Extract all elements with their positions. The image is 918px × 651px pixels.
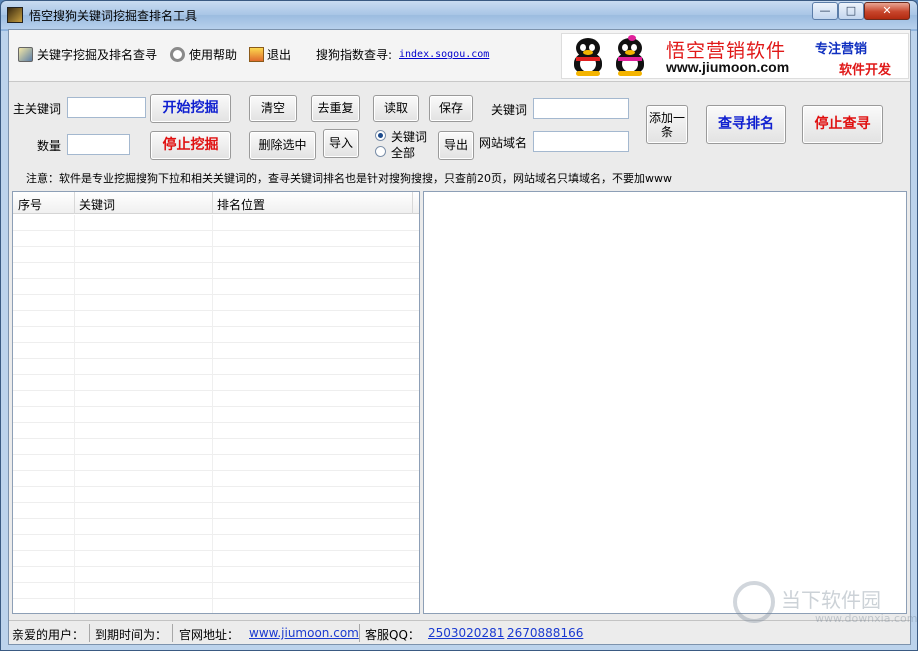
menu-mine-rank[interactable]: 关键字挖掘及排名查寻 [37, 46, 157, 64]
watermark-url: www.downxia.com [815, 612, 918, 625]
brand-banner[interactable]: 悟空营销软件 www.jiumoon.com 专注营销 软件开发 [561, 33, 909, 79]
close-button[interactable]: ✕ [864, 2, 910, 20]
status-support-label: 客服QQ： [365, 628, 420, 642]
check-rank-button[interactable]: 查寻排名 [706, 105, 786, 144]
radio-all[interactable] [375, 146, 386, 157]
add-one-button[interactable]: 添加一条 [646, 105, 688, 144]
title-bar[interactable]: 悟空搜狗关键词挖掘查排名工具 — □ ✕ [1, 1, 917, 29]
count-input[interactable] [67, 134, 130, 155]
status-qq1-link[interactable]: 2503020281 [428, 626, 504, 640]
delete-selected-button[interactable]: 删除选中 [249, 131, 316, 160]
site-domain-input[interactable] [533, 131, 629, 152]
penguin-icon [568, 38, 608, 76]
main-keyword-label: 主关键词 [13, 102, 62, 116]
save-button[interactable]: 保存 [429, 95, 473, 122]
column-header-keyword[interactable]: 关键词 [79, 196, 115, 213]
read-button[interactable]: 读取 [373, 95, 419, 122]
gear-icon [170, 47, 185, 62]
status-qq2-link[interactable]: 2670888166 [507, 626, 583, 640]
keyword-label: 关键词 [491, 103, 528, 117]
brand-tagline-2: 软件开发 [839, 63, 892, 78]
count-label: 数量 [37, 139, 62, 153]
output-textarea[interactable] [423, 191, 907, 614]
mine-icon [18, 47, 33, 62]
clear-button[interactable]: 清空 [249, 95, 297, 122]
keyword-table[interactable]: 序号 关键词 排名位置 [12, 191, 420, 614]
notice-text: 注意：软件是专业挖掘搜狗下拉和相关关键词的，查寻关键词排名也是针对搜狗搜搜，只查… [26, 172, 672, 185]
status-bar: 亲爱的用户： 到期时间为： 官网地址： www.jiumoon.com 客服QQ… [9, 620, 910, 644]
client-area: 关键字挖掘及排名查寻 使用帮助 退出 搜狗指数查寻: index.sogou.c… [8, 29, 911, 645]
status-site-link[interactable]: www.jiumoon.com [249, 626, 359, 640]
sogou-index-link[interactable]: index.sogou.com [399, 46, 489, 64]
table-header: 序号 关键词 排名位置 [13, 192, 419, 214]
radio-keyword-label: 关键词 [391, 130, 428, 144]
menu-help[interactable]: 使用帮助 [189, 46, 237, 64]
radio-keyword[interactable] [375, 130, 386, 141]
stop-check-button[interactable]: 停止查寻 [802, 105, 883, 144]
import-button[interactable]: 导入 [323, 129, 359, 158]
app-window: 悟空搜狗关键词挖掘查排名工具 — □ ✕ 关键字挖掘及排名查寻 使用帮助 退出 … [0, 0, 918, 651]
maximize-button[interactable]: □ [838, 2, 864, 20]
site-domain-label: 网站域名 [479, 136, 528, 150]
radio-all-label: 全部 [391, 146, 416, 160]
status-expire-label: 到期时间为： [95, 628, 168, 642]
exit-icon [249, 47, 264, 62]
watermark-text: 当下软件园 [781, 588, 881, 612]
watermark-logo-icon [733, 581, 775, 623]
main-keyword-input[interactable] [67, 97, 146, 118]
brand-tagline-1: 专注营销 [815, 42, 868, 57]
column-header-index[interactable]: 序号 [18, 196, 42, 213]
keyword-input[interactable] [533, 98, 629, 119]
sogou-index-label: 搜狗指数查寻: [316, 48, 393, 62]
menu-exit[interactable]: 退出 [267, 46, 291, 64]
status-site-label: 官网地址： [179, 628, 240, 642]
status-user-label: 亲爱的用户： [12, 628, 85, 642]
stop-mine-button[interactable]: 停止挖掘 [150, 131, 231, 160]
penguin-icon [610, 35, 650, 76]
start-mine-button[interactable]: 开始挖掘 [150, 94, 231, 123]
dedupe-button[interactable]: 去重复 [311, 95, 360, 122]
export-button[interactable]: 导出 [438, 131, 474, 160]
brand-url: www.jiumoon.com [666, 59, 790, 75]
toolbar: 关键字挖掘及排名查寻 使用帮助 退出 搜狗指数查寻: index.sogou.c… [9, 30, 910, 82]
minimize-button[interactable]: — [812, 2, 838, 20]
controls-panel: 主关键词 数量 开始挖掘 停止挖掘 清空 去重复 读取 保存 删除选中 导入 关… [9, 83, 910, 187]
app-icon [7, 7, 23, 23]
column-header-rank[interactable]: 排名位置 [217, 196, 265, 213]
window-title: 悟空搜狗关键词挖掘查排名工具 [29, 9, 198, 23]
